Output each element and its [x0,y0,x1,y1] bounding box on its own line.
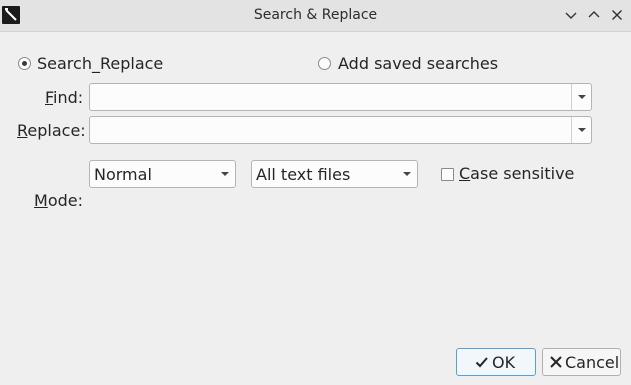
mode-label: Mode: [34,191,83,210]
scope-select-value: All text files [256,165,351,184]
chevron-down-icon [565,12,577,19]
minimize-button[interactable] [561,5,581,25]
mode-select[interactable]: Normal [89,160,236,188]
mode-select-value: Normal [94,165,152,184]
case-sensitive-label[interactable]: Case sensitive [459,164,574,183]
search-replace-label[interactable]: Search_Replace [37,54,163,73]
add-saved-searches-label[interactable]: Add saved searches [338,54,498,73]
title-bar[interactable]: Search & Replace [0,0,631,32]
x-icon [550,356,562,368]
chevron-down-icon[interactable] [571,84,591,110]
search-replace-radio[interactable] [18,57,31,70]
replace-combo[interactable] [89,116,592,144]
chevron-down-icon[interactable] [571,117,591,143]
maximize-button[interactable] [584,5,604,25]
add-saved-searches-radio[interactable] [318,57,331,70]
chevron-down-icon [215,161,231,187]
replace-label-text: eplace: [27,121,86,140]
mode-label-text: ode: [47,191,83,210]
close-button[interactable] [607,5,627,25]
window-title: Search & Replace [253,7,378,23]
close-icon [612,10,622,20]
cancel-button-label: Cancel [565,353,620,372]
case-sensitive-checkbox[interactable] [441,168,454,181]
replace-label: Replace: [17,121,86,140]
scope-select[interactable]: All text files [251,160,418,188]
find-combo[interactable] [89,83,592,111]
cancel-button[interactable]: Cancel [542,348,621,376]
case-sensitive-label-text: ase sensitive [470,164,575,183]
ok-button[interactable]: OK [456,348,536,376]
ok-button-label: OK [492,353,516,372]
chevron-up-icon [588,11,600,18]
find-label-text: ind: [53,88,84,107]
find-label: Find: [45,88,84,107]
checkmark-icon [475,357,488,368]
chevron-down-icon [397,161,413,187]
